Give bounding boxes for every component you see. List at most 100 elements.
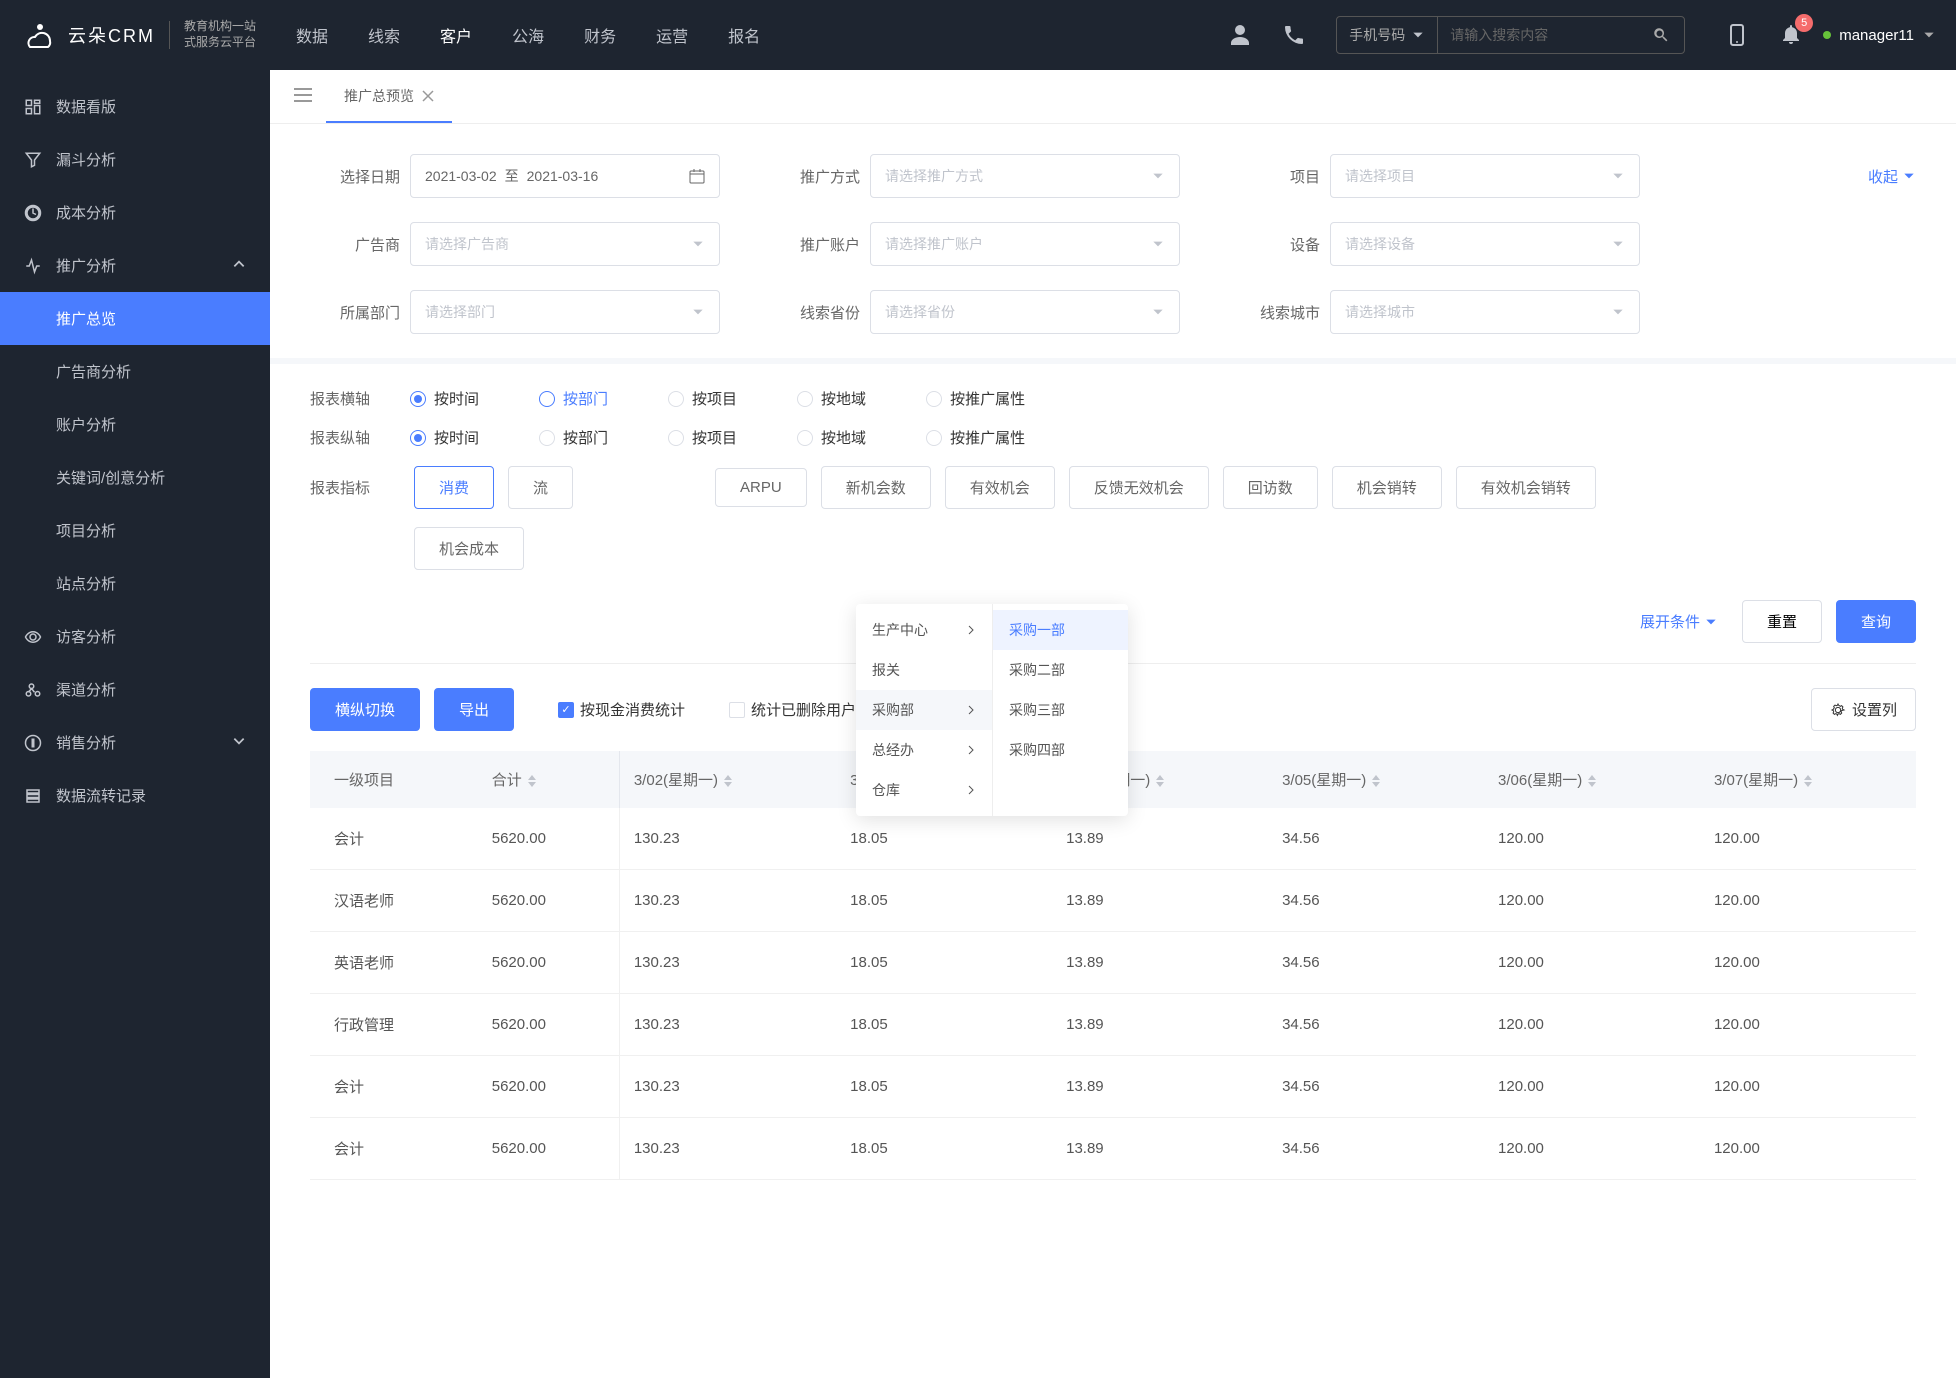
metric-chip[interactable]: 流 xyxy=(508,466,573,509)
sort-icon xyxy=(528,775,536,787)
sidebar-sub-item[interactable]: 账户分析 xyxy=(0,398,270,451)
radio-option[interactable]: 按地域 xyxy=(797,427,866,448)
metric-chip[interactable]: ARPU xyxy=(715,468,807,507)
method-select[interactable]: 请选择推广方式 xyxy=(870,154,1180,198)
sidebar-toggle[interactable] xyxy=(280,88,326,105)
province-select[interactable]: 请选择省份 xyxy=(870,290,1180,334)
metric-chip[interactable]: 有效机会 xyxy=(945,466,1055,509)
nav-item[interactable]: 客户 xyxy=(440,23,472,47)
radio-option[interactable]: 按时间 xyxy=(410,427,479,448)
metric-chip[interactable]: 回访数 xyxy=(1223,466,1318,509)
nav-item[interactable]: 公海 xyxy=(512,23,544,47)
sort-icon xyxy=(724,775,732,787)
nav-item[interactable]: 运营 xyxy=(656,23,688,47)
cascade-item[interactable]: 仓库 xyxy=(856,770,992,810)
logo[interactable]: 云朵CRM 教育机构一站 式服务云平台 xyxy=(20,15,256,55)
query-button[interactable]: 查询 xyxy=(1836,600,1916,643)
export-button[interactable]: 导出 xyxy=(434,688,514,731)
phone-device-icon[interactable] xyxy=(1725,23,1749,47)
cash-stat-checkbox[interactable]: 按现金消费统计 xyxy=(558,699,685,720)
metric-chip[interactable]: 新机会数 xyxy=(821,466,931,509)
table-header[interactable]: 3/05(星期一) xyxy=(1268,751,1484,808)
nav-item[interactable]: 报名 xyxy=(728,23,760,47)
account-select[interactable]: 请选择推广账户 xyxy=(870,222,1180,266)
sidebar-item[interactable]: 数据看版 xyxy=(0,80,270,133)
cascade-item[interactable]: 采购二部 xyxy=(993,650,1128,690)
date-range-picker[interactable]: 2021-03-02 至 2021-03-16 xyxy=(410,154,720,198)
table-header[interactable]: 3/02(星期一) xyxy=(619,751,836,808)
table-cell: 行政管理 xyxy=(310,994,478,1056)
radio-option[interactable]: 按推广属性 xyxy=(926,427,1025,448)
sidebar-item[interactable]: 推广分析 xyxy=(0,239,270,292)
metric-chip[interactable]: 反馈无效机会 xyxy=(1069,466,1209,509)
expand-conditions[interactable]: 展开条件 xyxy=(1640,611,1718,632)
search-button[interactable] xyxy=(1638,17,1684,53)
tab-promotion-overview[interactable]: 推广总预览 xyxy=(326,70,452,123)
metric-chip[interactable]: 机会成本 xyxy=(414,527,524,570)
sidebar-item[interactable]: 渠道分析 xyxy=(0,663,270,716)
sidebar-item[interactable]: 访客分析 xyxy=(0,610,270,663)
reset-button[interactable]: 重置 xyxy=(1742,600,1822,643)
collapse-filters[interactable]: 收起 xyxy=(1868,166,1916,187)
notifications[interactable]: 5 xyxy=(1779,22,1803,49)
sidebar-item[interactable]: 漏斗分析 xyxy=(0,133,270,186)
cascade-item[interactable]: 总经办 xyxy=(856,730,992,770)
deleted-stat-checkbox[interactable]: 统计已删除用户 xyxy=(729,699,856,720)
top-navigation: 云朵CRM 教育机构一站 式服务云平台 数据 线索 客户 公海 财务 运营 报名 手机号码 xyxy=(0,0,1956,70)
sidebar-item[interactable]: 数据流转记录 xyxy=(0,769,270,822)
search-type-select[interactable]: 手机号码 xyxy=(1337,17,1438,53)
metric-chip[interactable]: 消费 xyxy=(414,466,494,509)
radio-option[interactable]: 按地域 xyxy=(797,388,866,409)
user-icon[interactable] xyxy=(1228,23,1252,47)
table-cell: 13.89 xyxy=(1052,870,1268,932)
radio-option[interactable]: 按部门 xyxy=(539,427,608,448)
sidebar-sub-item[interactable]: 关键词/创意分析 xyxy=(0,451,270,504)
phone-icon[interactable] xyxy=(1282,23,1306,47)
city-select[interactable]: 请选择城市 xyxy=(1330,290,1640,334)
close-icon[interactable] xyxy=(422,90,434,102)
column-settings-button[interactable]: 设置列 xyxy=(1811,688,1916,731)
switch-axis-button[interactable]: 横纵切换 xyxy=(310,688,420,731)
search-input[interactable] xyxy=(1438,17,1638,53)
sidebar-sub-item[interactable]: 推广总览 xyxy=(0,292,270,345)
cascade-item[interactable]: 报关 xyxy=(856,650,992,690)
cascade-item[interactable]: 采购三部 xyxy=(993,690,1128,730)
table-cell: 130.23 xyxy=(619,1118,836,1180)
user-menu[interactable]: manager11 xyxy=(1823,27,1936,44)
radio-option[interactable]: 按项目 xyxy=(668,388,737,409)
chevron-down-icon xyxy=(1611,305,1625,319)
device-select[interactable]: 请选择设备 xyxy=(1330,222,1640,266)
sidebar-item[interactable]: 销售分析 xyxy=(0,716,270,769)
table-header[interactable]: 合计 xyxy=(478,751,620,808)
sidebar-item[interactable]: 成本分析 xyxy=(0,186,270,239)
metric-chip[interactable]: 有效机会销转 xyxy=(1456,466,1596,509)
cascade-item[interactable]: 采购四部 xyxy=(993,730,1128,770)
table-header[interactable]: 3/07(星期一) xyxy=(1700,751,1916,808)
advertiser-select[interactable]: 请选择广告商 xyxy=(410,222,720,266)
radio-option[interactable]: 按推广属性 xyxy=(926,388,1025,409)
sidebar-sub-item[interactable]: 广告商分析 xyxy=(0,345,270,398)
radio-option[interactable]: 按部门 xyxy=(539,388,608,409)
nav-item[interactable]: 财务 xyxy=(584,23,616,47)
sidebar-sub-item[interactable]: 项目分析 xyxy=(0,504,270,557)
dept-select[interactable]: 请选择部门 xyxy=(410,290,720,334)
chevron-down-icon xyxy=(1704,615,1718,629)
nav-item[interactable]: 线索 xyxy=(368,23,400,47)
table-cell: 34.56 xyxy=(1268,994,1484,1056)
cascade-item[interactable]: 采购部 xyxy=(856,690,992,730)
table-header[interactable]: 一级项目 xyxy=(310,751,478,808)
nav-item[interactable]: 数据 xyxy=(296,23,328,47)
advertiser-label: 广告商 xyxy=(310,234,400,255)
radio-option[interactable]: 按项目 xyxy=(668,427,737,448)
dept-cascade-dropdown: 生产中心报关采购部总经办仓库 采购一部采购二部采购三部采购四部 xyxy=(856,604,1128,816)
project-select[interactable]: 请选择项目 xyxy=(1330,154,1640,198)
cascade-item[interactable]: 采购一部 xyxy=(993,610,1128,650)
radio-option[interactable]: 按时间 xyxy=(410,388,479,409)
checkbox-icon xyxy=(729,702,745,718)
chevron-down-icon xyxy=(232,734,246,748)
cascade-item[interactable]: 生产中心 xyxy=(856,610,992,650)
table-header[interactable]: 3/06(星期一) xyxy=(1484,751,1700,808)
sidebar-sub-item[interactable]: 站点分析 xyxy=(0,557,270,610)
metric-chip[interactable]: 机会销转 xyxy=(1332,466,1442,509)
chevron-down-icon xyxy=(1151,237,1165,251)
